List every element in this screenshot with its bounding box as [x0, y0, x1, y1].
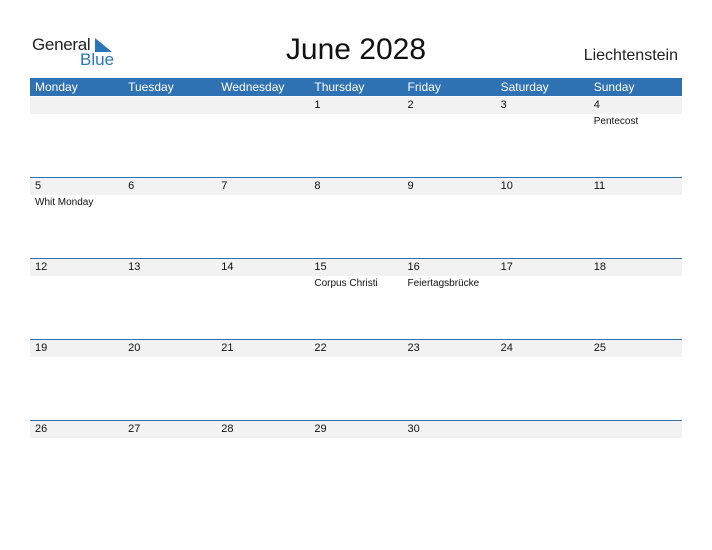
day-cell: 26 — [30, 421, 123, 502]
day-number: 29 — [314, 423, 327, 435]
day-number: 15 — [314, 261, 327, 273]
weekday-friday: Friday — [407, 80, 441, 94]
day-cell: 12 — [30, 259, 123, 340]
day-number: 10 — [500, 180, 513, 192]
day-cell: 28 — [216, 421, 309, 502]
day-number: 2 — [407, 99, 414, 111]
day-number: 1 — [314, 99, 321, 111]
day-cell — [496, 421, 589, 502]
day-cell — [30, 97, 123, 178]
day-number: 27 — [128, 423, 141, 435]
day-number: 3 — [500, 99, 507, 111]
day-cell: 2 — [403, 97, 496, 178]
day-number: 13 — [128, 261, 141, 273]
day-cell: 27 — [123, 421, 216, 502]
day-cell: 1 — [309, 97, 402, 178]
day-cell: 3 — [496, 97, 589, 178]
day-cell: 16 Feiertagsbrücke — [403, 259, 496, 340]
country-label: Liechtenstein — [583, 47, 678, 64]
day-number: 26 — [35, 423, 48, 435]
day-cell: 10 — [496, 178, 589, 259]
day-number: 8 — [314, 180, 321, 192]
day-number: 4 — [593, 99, 600, 111]
weekday-sunday: Sunday — [593, 80, 635, 94]
weekday-thursday: Thursday — [314, 80, 365, 94]
day-number: 22 — [314, 342, 327, 354]
weekday-wednesday: Wednesday — [221, 80, 285, 94]
day-cell: 11 — [589, 178, 682, 259]
week-row: 1 2 3 4 Pentecost — [30, 97, 682, 178]
week-row: 19 20 21 22 23 24 25 — [30, 339, 682, 421]
day-number: 5 — [35, 180, 42, 192]
day-cell: 7 — [216, 178, 309, 259]
day-cell: 4 Pentecost — [589, 97, 682, 178]
day-number: 19 — [35, 342, 48, 354]
week-row: 26 27 28 29 30 — [30, 420, 682, 502]
day-cell: 8 — [309, 178, 402, 259]
day-number: 9 — [407, 180, 414, 192]
day-cell: 19 — [30, 340, 123, 421]
day-cell: 25 — [589, 340, 682, 421]
day-number: 11 — [593, 180, 606, 192]
day-cell: 22 — [309, 340, 402, 421]
day-number: 20 — [128, 342, 141, 354]
day-number: 16 — [407, 261, 420, 273]
day-number: 17 — [500, 261, 513, 273]
week-row: 12 13 14 15 Corpus Christi 16 Feiertagsbrücke 1… — [30, 258, 682, 340]
day-number: 28 — [221, 423, 234, 435]
day-cell: 6 — [123, 178, 216, 259]
day-cell: 9 — [403, 178, 496, 259]
day-cell: 30 — [403, 421, 496, 502]
day-cell: 20 — [123, 340, 216, 421]
weekday-monday: Monday — [35, 80, 78, 94]
day-cell: 29 — [309, 421, 402, 502]
day-cell: 5 Whit Monday — [30, 178, 123, 259]
holiday-label: Corpus Christi — [314, 278, 378, 289]
holiday-label: Whit Monday — [35, 197, 94, 208]
day-cell: 21 — [216, 340, 309, 421]
day-number: 6 — [128, 180, 135, 192]
day-cell — [589, 421, 682, 502]
weekday-header: Monday Tuesday Wednesday Thursday Friday Satu… — [30, 78, 682, 96]
day-number: 18 — [593, 261, 606, 273]
weekday-saturday: Saturday — [500, 80, 549, 94]
day-cell — [123, 97, 216, 178]
weekday-tuesday: Tuesday — [128, 80, 174, 94]
day-number: 21 — [221, 342, 234, 354]
day-cell: 15 Corpus Christi — [309, 259, 402, 340]
holiday-label: Feiertagsbrücke — [407, 278, 480, 289]
day-cell: 24 — [496, 340, 589, 421]
day-cell — [216, 97, 309, 178]
holiday-label: Pentecost — [593, 116, 639, 127]
day-number: 7 — [221, 180, 228, 192]
day-number: 14 — [221, 261, 234, 273]
day-number: 23 — [407, 342, 420, 354]
day-number: 30 — [407, 423, 420, 435]
day-cell: 14 — [216, 259, 309, 340]
day-cell: 13 — [123, 259, 216, 340]
day-cell: 23 — [403, 340, 496, 421]
day-cell: 17 — [496, 259, 589, 340]
week-row: 5 Whit Monday 6 7 8 9 10 11 — [30, 177, 682, 259]
day-number: 24 — [500, 342, 513, 354]
day-number: 12 — [35, 261, 48, 273]
day-cell: 18 — [589, 259, 682, 340]
day-number: 25 — [593, 342, 606, 354]
